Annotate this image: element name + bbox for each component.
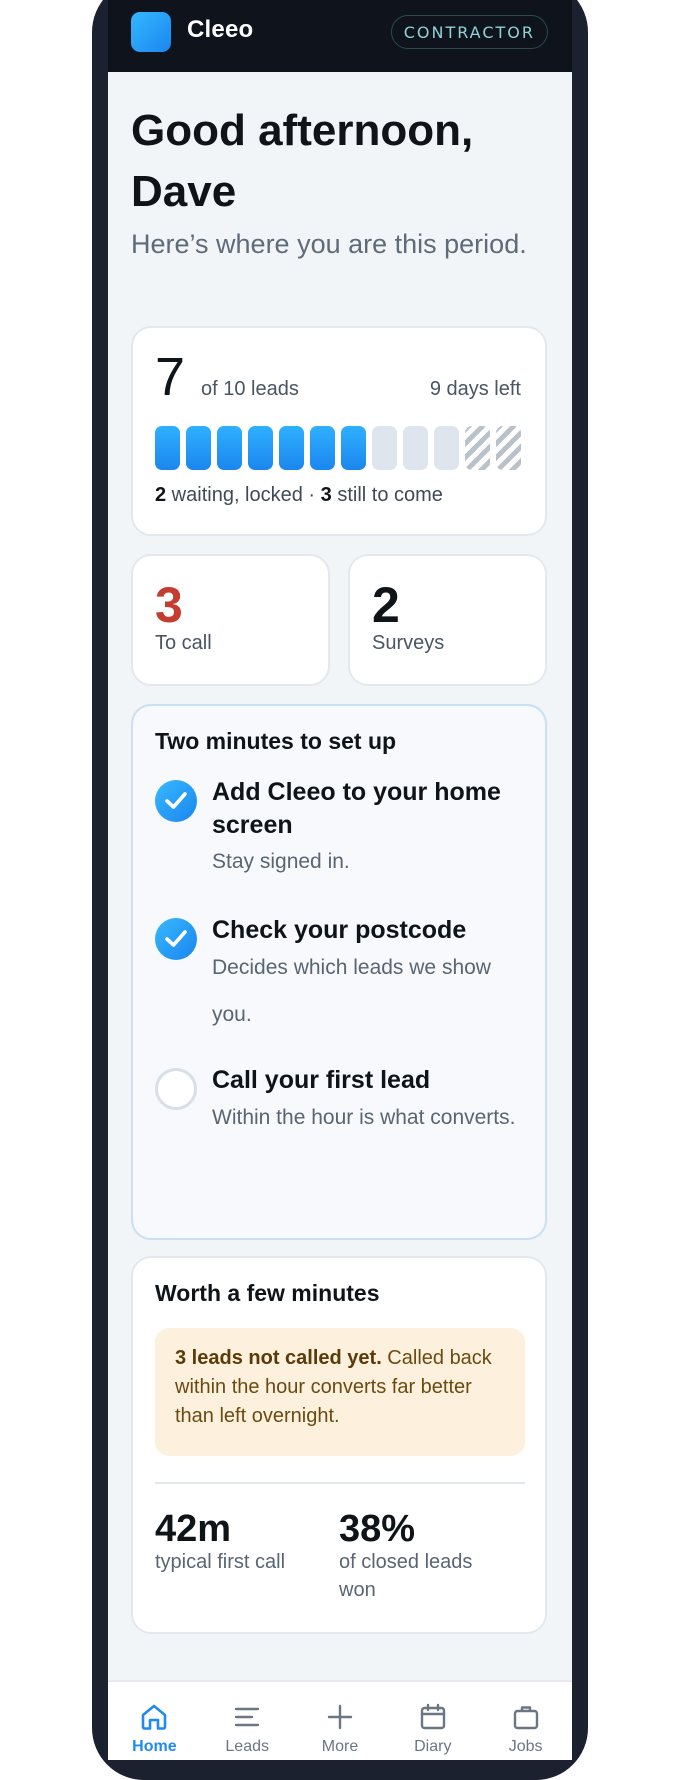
- progress-segment-locked: [465, 426, 490, 470]
- progress-segment-filled: [279, 426, 304, 470]
- nav-label: Leads: [225, 1738, 269, 1755]
- waiting-text: waiting, locked ·: [166, 484, 321, 506]
- setup-step-desc: Within the hour is what converts.: [212, 1106, 516, 1129]
- to-call-count: 3: [155, 577, 183, 633]
- setup-checklist-card: Two minutes to set up Add Cleeo to your …: [131, 704, 547, 1240]
- plus-icon: [327, 1704, 353, 1730]
- setup-step-desc: Decides which leads we show you.: [212, 956, 491, 1026]
- nav-home[interactable]: Home: [108, 1682, 201, 1760]
- app-screen: Cleeo CONTRACTOR Good afternoon, Dave He…: [108, 0, 572, 1760]
- calendar-icon: [420, 1703, 445, 1730]
- insights-card: Worth a few minutes 3 leads not called y…: [131, 1256, 547, 1634]
- waiting-count: 2: [155, 484, 167, 506]
- lead-progress-card[interactable]: 7 of 10 leads 9 days left 2 waiting, loc…: [131, 326, 547, 536]
- uncalled-leads-alert[interactable]: 3 leads not called yet. Called back with…: [155, 1328, 525, 1456]
- check-circle-icon: [155, 918, 197, 960]
- progress-segment-filled: [310, 426, 335, 470]
- progress-segment-filled: [341, 426, 366, 470]
- lead-total-label: of 10 leads: [201, 378, 299, 400]
- surveys-count: 2: [372, 577, 400, 633]
- progress-segment-filled: [186, 426, 211, 470]
- metric-first-call-label: typical first call: [155, 1551, 286, 1573]
- setup-step-postcode[interactable]: Check your postcode Decides which leads …: [155, 914, 525, 1044]
- greeting-subtitle: Here’s where you are this period.: [131, 229, 527, 259]
- app-logo: [131, 12, 171, 52]
- progress-note: 2 waiting, locked · 3 still to come: [155, 484, 443, 507]
- progress-segment-filled: [217, 426, 242, 470]
- progress-segment-filled: [155, 426, 180, 470]
- nav-label: Home: [132, 1738, 177, 1755]
- surveys-label: Surveys: [372, 632, 445, 654]
- metric-first-call-value: 42m: [155, 1508, 232, 1550]
- lead-progress-bar: [155, 426, 521, 470]
- surveys-card[interactable]: 2 Surveys: [348, 554, 547, 686]
- nav-label: More: [321, 1738, 359, 1755]
- progress-segment-filled: [248, 426, 273, 470]
- setup-step-title: Add Cleeo to your home screen: [212, 778, 501, 839]
- nav-jobs[interactable]: Jobs: [479, 1682, 572, 1760]
- to-come-text: still to come: [331, 484, 443, 506]
- briefcase-icon: [513, 1706, 538, 1730]
- progress-segment-empty: [434, 426, 459, 470]
- app-name: Cleeo: [187, 16, 254, 43]
- lead-count: 7: [155, 347, 186, 407]
- setup-step-home-screen[interactable]: Add Cleeo to your home screen Stay signe…: [155, 776, 525, 896]
- bottom-nav: Home Leads More Diary Jobs: [108, 1680, 572, 1760]
- setup-title: Two minutes to set up: [155, 728, 397, 754]
- empty-circle-icon: [155, 1068, 197, 1110]
- nav-leads[interactable]: Leads: [201, 1682, 294, 1760]
- nav-label: Diary: [414, 1738, 452, 1755]
- check-circle-icon: [155, 780, 197, 822]
- home-icon: [142, 1704, 167, 1730]
- nav-label: Jobs: [508, 1738, 543, 1755]
- nav-diary[interactable]: Diary: [386, 1682, 479, 1760]
- progress-segment-locked: [496, 426, 521, 470]
- progress-segment-empty: [372, 426, 397, 470]
- nav-more[interactable]: More: [294, 1682, 387, 1760]
- alert-bold: 3 leads not called yet.: [175, 1347, 382, 1369]
- setup-step-title: Check your postcode: [212, 916, 467, 944]
- progress-segment-empty: [403, 426, 428, 470]
- to-come-count: 3: [320, 484, 332, 506]
- greeting-title: Good afternoon, Dave: [131, 106, 474, 216]
- to-call-label: To call: [155, 632, 212, 654]
- metric-win-rate-value: 38%: [339, 1508, 416, 1550]
- setup-step-first-lead[interactable]: Call your first lead Within the hour is …: [155, 1064, 525, 1194]
- top-bar: Cleeo CONTRACTOR: [108, 0, 572, 72]
- list-icon: [234, 1707, 260, 1727]
- days-left-label: 9 days left: [429, 378, 521, 400]
- insights-title: Worth a few minutes: [155, 1280, 380, 1306]
- setup-step-title: Call your first lead: [212, 1066, 431, 1094]
- setup-step-desc: Stay signed in.: [212, 850, 350, 873]
- divider: [155, 1482, 525, 1484]
- role-badge: CONTRACTOR: [390, 15, 548, 49]
- to-call-card[interactable]: 3 To call: [131, 554, 330, 686]
- metric-win-rate-label: of closed leads won: [339, 1551, 473, 1601]
